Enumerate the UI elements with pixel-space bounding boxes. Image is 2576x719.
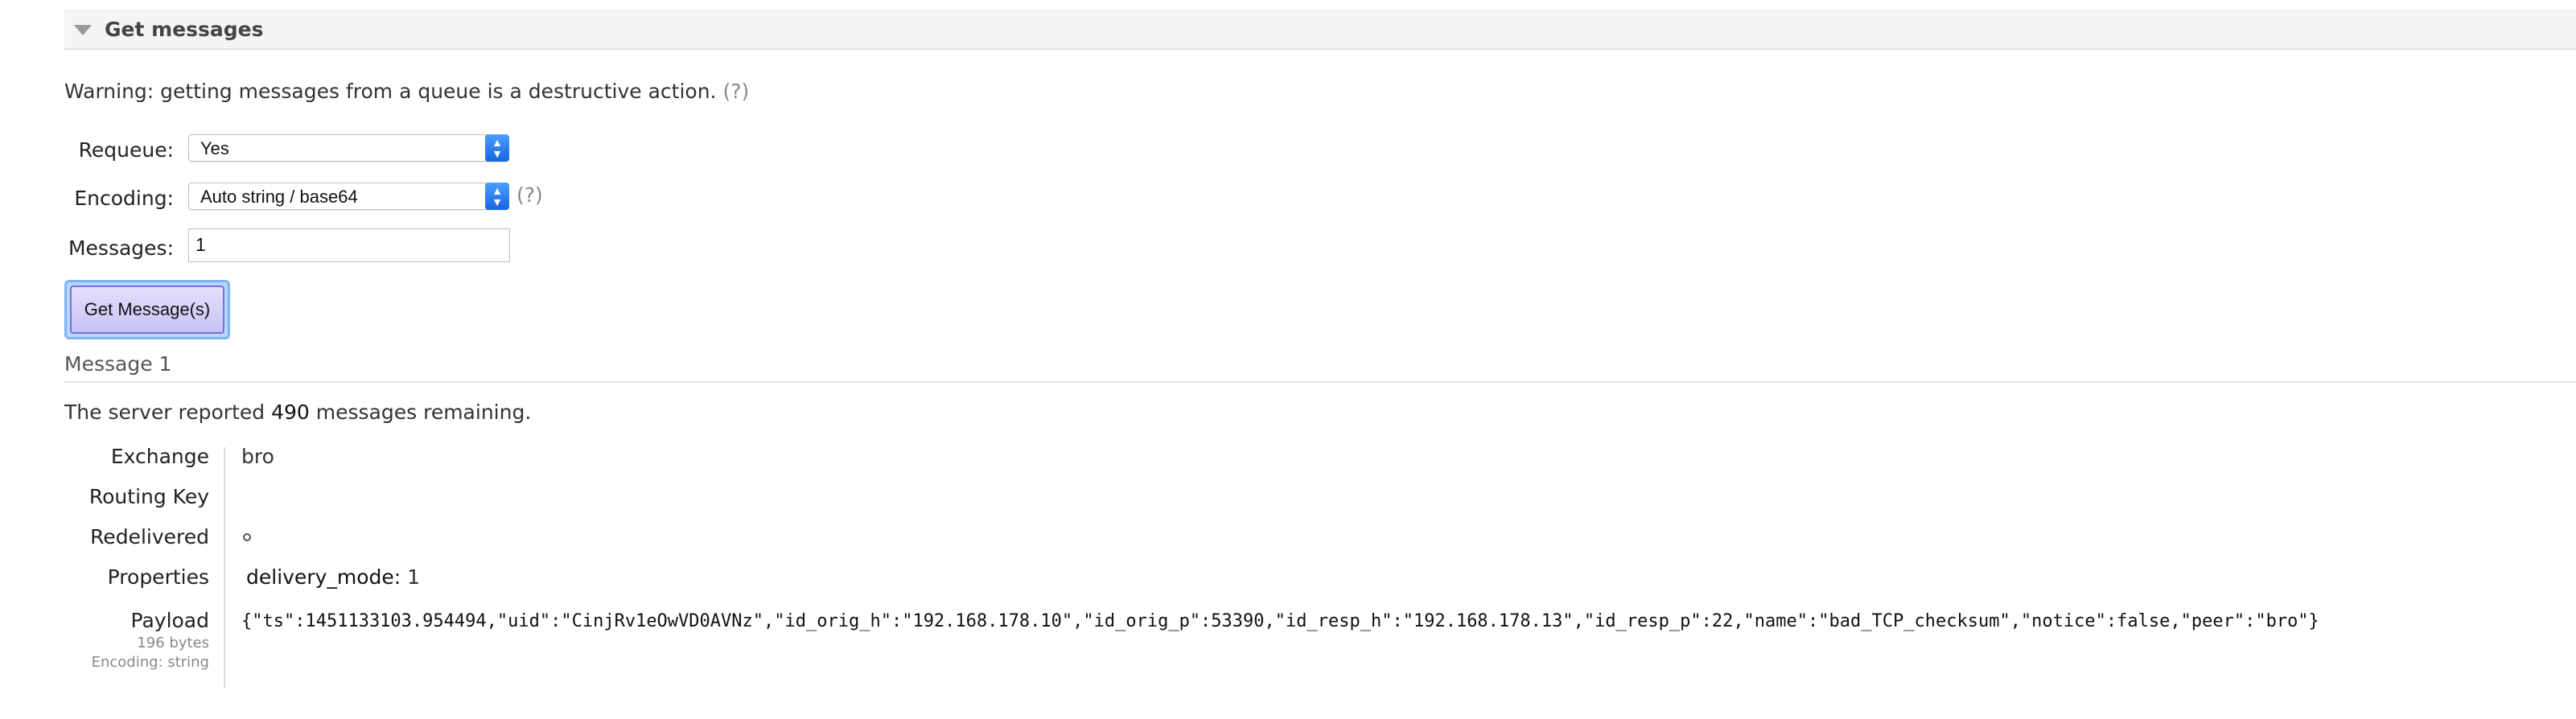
messages-input-value: 1: [195, 234, 206, 255]
updown-chevron-icon: ▲ ▼: [485, 134, 509, 162]
messages-input[interactable]: 1: [188, 228, 510, 262]
remaining-suffix: messages remaining.: [309, 401, 532, 424]
warning-message: Warning: getting messages from a queue i…: [64, 80, 717, 103]
requeue-select[interactable]: Yes ▲ ▼: [188, 134, 509, 162]
encoding-label: Encoding:: [74, 187, 174, 210]
get-messages-button-focus-ring[interactable]: Get Message(s): [64, 280, 230, 339]
encoding-selected-value: Auto string / base64: [200, 187, 358, 207]
remaining-prefix: The server reported: [64, 401, 272, 424]
section-title[interactable]: Get messages: [105, 18, 264, 41]
empty-circle-icon: [243, 533, 251, 541]
remaining-count: 490: [271, 401, 310, 424]
payload-size: 196 bytes: [137, 635, 209, 651]
get-messages-button[interactable]: Get Message(s): [70, 286, 224, 334]
remaining-text: The server reported 490 messages remaini…: [64, 401, 531, 424]
payload-value: {"ts":1451133103.954494,"uid":"CinjRv1eO…: [241, 611, 2319, 631]
updown-chevron-icon: ▲ ▼: [485, 183, 509, 210]
properties-label: Properties: [107, 565, 209, 589]
message-title: Message 1: [64, 352, 172, 376]
messages-label: Messages:: [68, 236, 174, 260]
triangle-down-icon[interactable]: [74, 25, 92, 35]
properties-value: delivery_mode: 1: [246, 565, 420, 589]
section-header[interactable]: Get messages: [64, 10, 2576, 50]
delivery-mode-value: 1: [407, 565, 421, 589]
exchange-label: Exchange: [110, 445, 209, 468]
delivery-mode-key: delivery_mode:: [246, 565, 401, 589]
properties-divider: [224, 447, 225, 688]
encoding-help-link[interactable]: (?): [516, 183, 543, 207]
requeue-label: Requeue:: [78, 138, 174, 162]
payload-label: Payload: [130, 609, 210, 632]
divider: [64, 381, 2576, 383]
redelivered-label: Redelivered: [90, 525, 209, 548]
encoding-select[interactable]: Auto string / base64 ▲ ▼: [188, 183, 509, 210]
routing-key-label: Routing Key: [88, 485, 209, 508]
warning-help-link[interactable]: (?): [722, 80, 749, 103]
requeue-selected-value: Yes: [200, 138, 229, 158]
exchange-value: bro: [241, 445, 274, 468]
payload-encoding: Encoding: string: [91, 654, 209, 671]
warning-text: Warning: getting messages from a queue i…: [64, 80, 749, 103]
